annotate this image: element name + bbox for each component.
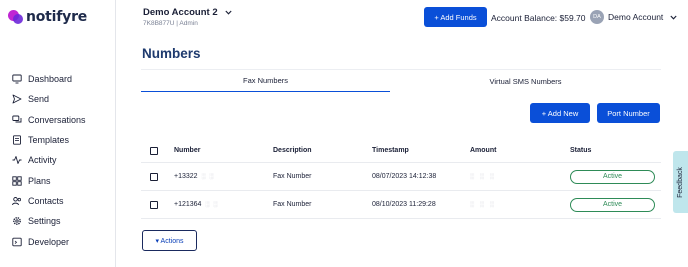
sidebar-item-conversations[interactable]: Conversations (12, 110, 86, 130)
sidebar-item-contacts[interactable]: Contacts (12, 191, 86, 211)
account-switcher[interactable]: Demo Account 2 7K8B877U | Admin (143, 7, 232, 27)
chevron-down-icon (225, 10, 232, 15)
sidebar-nav: Dashboard Send Conversations Templates A… (12, 69, 86, 252)
brand-logo[interactable]: notifyre (8, 9, 87, 25)
number-value: +13322 (174, 173, 198, 180)
port-number-button[interactable]: Port Number (597, 103, 660, 123)
chevron-down-icon (670, 15, 677, 20)
monitor-icon (12, 74, 22, 84)
sidebar-item-label: Send (28, 94, 50, 105)
row-checkbox[interactable] (150, 200, 158, 209)
tab-fax-numbers[interactable]: Fax Numbers (141, 70, 390, 92)
row-checkbox[interactable] (150, 172, 158, 181)
table-header-row: Number Description Timestamp Amount Stat… (141, 139, 661, 163)
sidebar-item-label: Dashboard (28, 74, 73, 85)
account-name: Demo Account 2 (143, 7, 218, 18)
number-tabs: Fax Numbers Virtual SMS Numbers (141, 69, 661, 92)
logo-icon (8, 9, 23, 25)
feedback-tab[interactable]: Feedback (673, 151, 688, 213)
redacted-amount: ░ ░ ░ (470, 201, 497, 208)
sidebar-item-developer[interactable]: Developer (12, 231, 86, 251)
code-icon (12, 237, 22, 247)
feedback-label: Feedback (677, 166, 684, 198)
plans-icon (12, 175, 22, 186)
sidebar-item-label: Plans (28, 175, 51, 186)
add-new-button[interactable]: + Add New (530, 103, 590, 123)
account-meta: 7K8B877U | Admin (143, 20, 198, 27)
sidebar-item-label: Conversations (28, 114, 86, 125)
sidebar-item-label: Activity (28, 155, 57, 166)
activity-icon (12, 155, 22, 165)
sidebar-item-settings[interactable]: Settings (12, 211, 86, 231)
amount-cell: ░ ░ ░ (470, 191, 496, 218)
page-title: Numbers (142, 46, 201, 61)
sidebar-item-dashboard[interactable]: Dashboard (12, 69, 86, 89)
sidebar-item-plans[interactable]: Plans (12, 170, 86, 190)
template-icon (12, 135, 22, 145)
table-row[interactable]: +121364 ░ ░ Fax Number 08/10/2023 11:29:… (141, 191, 661, 219)
account-id: 7K8B877U (143, 20, 175, 27)
account-balance: Account Balance: $59.70 (491, 13, 586, 23)
redacted-digits: ░ ░ (201, 173, 215, 180)
column-header-timestamp[interactable]: Timestamp (372, 139, 409, 162)
timestamp-cell: 08/10/2023 11:29:28 (372, 201, 436, 208)
column-header-description[interactable]: Description (273, 139, 312, 162)
sidebar-item-templates[interactable]: Templates (12, 130, 86, 150)
sidebar-item-label: Contacts (28, 195, 64, 206)
column-header-number[interactable]: Number (174, 139, 200, 162)
description-cell: Fax Number (273, 173, 312, 180)
status-cell: Active (570, 191, 655, 218)
sidebar: notifyre Dashboard Send Conversations Te… (0, 0, 116, 267)
column-header-status[interactable]: Status (570, 139, 591, 162)
account-role: Admin (179, 20, 198, 27)
gear-icon (12, 216, 22, 226)
status-badge: Active (570, 197, 655, 212)
amount-cell: ░ ░ ░ (470, 163, 496, 190)
sidebar-item-activity[interactable]: Activity (12, 150, 86, 170)
avatar[interactable]: DA (590, 10, 604, 24)
number-cell: +13322 ░ ░ (174, 163, 215, 190)
timestamp-cell: 08/07/2023 14:12:38 (372, 173, 437, 180)
user-menu[interactable]: Demo Account (608, 12, 677, 22)
send-icon (12, 94, 22, 104)
actions-dropdown-button[interactable]: ▾ Actions (142, 230, 197, 251)
status-cell: Active (570, 163, 655, 190)
sidebar-item-send[interactable]: Send (12, 89, 86, 109)
number-value: +121364 (174, 201, 202, 208)
status-badge: Active (570, 169, 655, 184)
column-header-amount[interactable]: Amount (470, 139, 496, 162)
user-name: Demo Account (608, 12, 664, 22)
brand-name: notifyre (26, 9, 88, 25)
sidebar-item-label: Developer (28, 236, 70, 247)
contacts-icon (12, 196, 22, 206)
sidebar-item-label: Settings (28, 216, 61, 227)
chat-icon (12, 115, 22, 125)
tab-virtual-sms-numbers[interactable]: Virtual SMS Numbers (390, 70, 661, 92)
number-cell: +121364 ░ ░ (174, 191, 219, 218)
sidebar-item-label: Templates (28, 135, 70, 146)
redacted-amount: ░ ░ ░ (470, 173, 497, 180)
redacted-digits: ░ ░ (205, 201, 219, 208)
description-cell: Fax Number (273, 201, 312, 208)
select-all-checkbox[interactable] (150, 146, 158, 155)
add-funds-button[interactable]: + Add Funds (424, 7, 487, 27)
table-row[interactable]: +13322 ░ ░ Fax Number 08/07/2023 14:12:3… (141, 163, 661, 191)
